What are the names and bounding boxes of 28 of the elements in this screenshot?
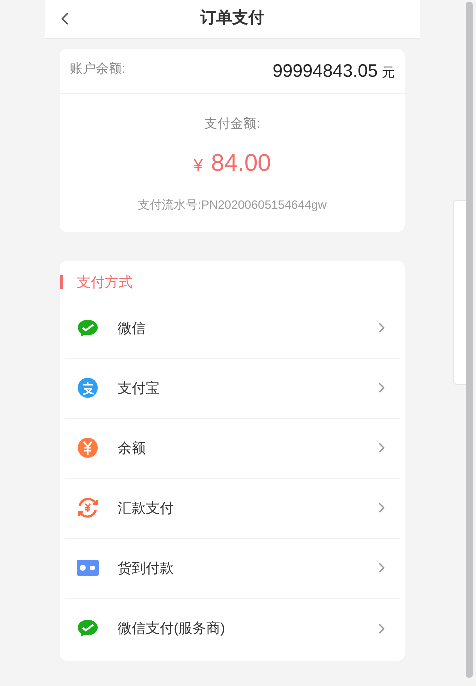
serial-number: 支付流水号:PN20200605154644gw — [138, 196, 327, 214]
wallet-icon — [77, 560, 99, 576]
method-label: 汇款支付 — [118, 498, 174, 518]
payment-method-item[interactable]: 余额 — [65, 418, 400, 478]
balance-label: 账户余额: — [70, 60, 126, 78]
chat-check-icon — [77, 318, 99, 338]
amount-value: 84.00 — [211, 148, 272, 178]
section-title: 支付方式 — [77, 272, 133, 292]
accent-bar — [60, 275, 63, 289]
amount-label: 支付金额: — [204, 115, 260, 133]
method-label: 货到付款 — [118, 558, 174, 578]
payment-method-item[interactable]: 支付宝 — [65, 358, 400, 418]
balance-value: 99994843.05 — [272, 60, 378, 82]
method-label: 微信支付(服务商) — [118, 619, 226, 638]
yuan-coin-icon — [77, 437, 99, 459]
payment-method-item[interactable]: 微信 — [65, 298, 400, 358]
payment-method-item[interactable]: 微信支付(服务商) — [65, 598, 400, 658]
currency-sign: ¥ — [194, 154, 204, 176]
method-label: 微信 — [118, 318, 146, 338]
payment-method-item[interactable]: 汇款支付 — [65, 478, 400, 538]
method-label: 余额 — [118, 438, 146, 458]
balance-unit: 元 — [382, 64, 395, 82]
payment-method-item[interactable]: 货到付款 — [65, 538, 400, 598]
coin-icon — [77, 377, 99, 399]
chat-check-icon — [77, 619, 99, 638]
method-label: 支付宝 — [118, 378, 160, 398]
page-title: 订单支付 — [200, 8, 264, 29]
yuan-exchange-icon — [77, 497, 99, 519]
